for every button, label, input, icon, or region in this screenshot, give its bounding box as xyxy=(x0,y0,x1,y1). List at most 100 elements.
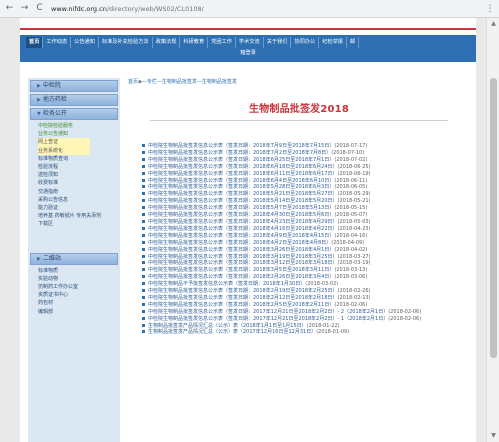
list-item-title[interactable]: 中检院生物制品批签发信息公示表（签发日期：2018年6月18日至2018年6月2… xyxy=(148,164,338,170)
list-item[interactable]: 生物制品批签发产品情况汇总（公示）表（2017年12月16日至12月31日）(2… xyxy=(142,329,472,336)
nav-item[interactable]: 政策法规 xyxy=(153,37,181,48)
list-item-title[interactable]: 中检院生物制品批签发信息公示表（签发日期：2018年6月11日至2018年6月1… xyxy=(148,171,338,177)
sidebar-item[interactable]: 业务公告通知 xyxy=(38,130,120,138)
sidebar-item[interactable]: 能力验证 xyxy=(38,204,120,212)
list-item-title[interactable]: 中检院生物制品批签发信息公示表（签发日期：2018年4月30日至2018年5月6… xyxy=(148,212,334,218)
bullet-icon xyxy=(142,261,145,265)
bullet-icon xyxy=(142,157,145,161)
list-item-title[interactable]: 中检院生物制品批签发信息公示表（签发日期：2018年6月4日至2018年6月10… xyxy=(148,178,334,184)
sidebar-item[interactable]: 交通指南 xyxy=(38,188,120,196)
nav-item[interactable]: 科研教育 xyxy=(180,37,209,48)
nav-item[interactable]: 党团工作 xyxy=(208,37,236,48)
list-item[interactable]: 中检院生物制品批签发信息公示表（签发日期：2018年4月30日至2018年5月6… xyxy=(142,212,472,219)
sidebar-item[interactable]: 业务系统化 xyxy=(38,146,90,155)
list-item[interactable]: 中检院生物制品批签发信息公示表（签发日期：2018年4月2日至2018年4月8日… xyxy=(142,240,472,247)
list-item-title[interactable]: 中检院生物制品批签发信息公示表（签发日期：2018年7月9日至2018年7月15… xyxy=(148,143,334,149)
list-item[interactable]: 中检院生物制品批签发信息公示表（签发日期：2018年2月19日至2018年2月2… xyxy=(142,288,472,295)
list-item[interactable]: 中检院生物制品批签发信息公示表（签发日期：2018年4月9日至2018年4月15… xyxy=(142,233,472,240)
sidebar-item[interactable]: 采购公告信息 xyxy=(38,196,120,204)
bullet-icon xyxy=(142,192,145,196)
sidebar-item[interactable]: 送检须知 xyxy=(38,171,120,179)
list-item[interactable]: 中检院生物制品批签发信息公示表（签发日期：2018年6月18日至2018年6月2… xyxy=(142,164,472,171)
reload-icon[interactable]: C xyxy=(34,3,45,14)
nav-item[interactable]: 标准及补充检验方法 xyxy=(99,37,153,48)
sidebar-item[interactable]: 资质证书中心 xyxy=(38,291,120,299)
bullet-icon xyxy=(142,275,145,279)
browser-menu-icon[interactable]: ⋮ xyxy=(485,3,495,15)
sidebar-item[interactable]: 培养基 药敏纸片 专用夫添剂 xyxy=(38,212,120,220)
sidebar-item[interactable]: 网上查证 xyxy=(38,138,90,147)
list-item-title[interactable]: 中检院生物制品批签发信息公示表（签发日期：2018年3月26日至2018年4月1… xyxy=(148,247,334,253)
list-item[interactable]: 中检院生物制品批签发信息公示表（签发日期：2018年3月26日至2018年4月1… xyxy=(142,247,472,254)
list-item-title[interactable]: 中检院生物制品批签发信息公示表（签发日期：2018年6月25日至2018年7月1… xyxy=(148,157,334,163)
nav-item[interactable]: 学术交流 xyxy=(236,37,264,48)
sidebar-item[interactable]: 中检院检验服务 xyxy=(38,122,120,130)
scrollbar-thumb[interactable] xyxy=(490,78,497,358)
list-item-title[interactable]: 中检院生物制品批签发信息公示表（签发日期：2018年3月19日至2018年3月2… xyxy=(148,254,338,260)
nav-item[interactable]: 邮 xyxy=(347,37,360,48)
list-item-title[interactable]: 中检院生物制品批签发信息公示表（签发日期：2018年4月16日至2018年4月2… xyxy=(148,226,338,232)
scroll-up-icon[interactable]: ▲ xyxy=(489,20,498,28)
nav-item[interactable]: 纪检举报 xyxy=(319,37,347,48)
list-item-title[interactable]: 中检院生物制品批签发信息公示表（签发日期：2017年12月21日至2018年2月… xyxy=(148,316,388,322)
list-item-title[interactable]: 中检院生物制品批签发信息公示表（签发日期：2018年2月12日至2018年2月1… xyxy=(148,295,338,301)
forward-icon[interactable]: → xyxy=(19,3,30,14)
sidebar-item[interactable]: 收费标准 xyxy=(38,179,120,187)
list-item[interactable]: 中检院生物制品批签发信息公示表（签发日期：2018年7月9日至2018年7月15… xyxy=(142,143,472,150)
scrollbar[interactable]: ▲ ▼ xyxy=(486,18,499,442)
list-item-title[interactable]: 生物制品批签发产品情况汇总（公示）表（2018年1月1日至1月15日） xyxy=(148,323,307,329)
list-item-title[interactable]: 中检院生物制品不予批签发信息公示表（签发日期：2018年1月30日） xyxy=(148,281,305,287)
nav-item-mail-login[interactable]: 箱登录 xyxy=(26,48,470,59)
list-item[interactable]: 中检院生物制品批签发信息公示表（签发日期：2018年4月23日至2018年4月2… xyxy=(142,219,472,226)
list-item-title[interactable]: 中检院生物制品批签发信息公示表（签发日期：2018年4月9日至2018年4月15… xyxy=(148,233,334,239)
sidebar-item[interactable]: 下载区 xyxy=(38,220,120,228)
list-item-title[interactable]: 中检院生物制品批签发信息公示表（签发日期：2018年3月5日至2018年3月11… xyxy=(148,267,334,273)
address-bar[interactable]: www.nifdc.org.cn/directory/web/WS02/CL01… xyxy=(51,5,204,13)
list-item[interactable]: 中检院生物制品批签发信息公示表（签发日期：2018年6月11日至2018年6月1… xyxy=(142,171,472,178)
sidebar-item[interactable]: 药包材 xyxy=(38,299,120,307)
list-item-title[interactable]: 中检院生物制品批签发信息公示表（签发日期：2018年2月5日至2018年2月11… xyxy=(148,302,334,308)
sidebar-item[interactable]: 检验流程 xyxy=(38,163,120,171)
breadcrumb-path[interactable]: —专栏—生物制品批签发—生物制品批签发 xyxy=(142,79,237,85)
list-item-title[interactable]: 中检院生物制品批签发信息公示表（签发日期：2018年4月23日至2018年4月2… xyxy=(148,219,338,225)
list-item-title[interactable]: 中检院生物制品批签发信息公示表（签发日期：2018年2月26日至2018年3月4… xyxy=(148,274,334,280)
list-item-title[interactable]: 生物制品批签发产品情况汇总（公示）表（2017年12月16日至12月31日） xyxy=(148,329,316,335)
sidebar-section-nifdc[interactable]: ▶ 中检院 xyxy=(30,80,118,92)
list-item[interactable]: 中检院生物制品批签发信息公示表（签发日期：2018年6月25日至2018年7月1… xyxy=(142,157,472,164)
sidebar-item[interactable]: 仿制药工作办公室 xyxy=(38,283,120,291)
back-icon[interactable]: ← xyxy=(4,3,15,14)
list-item-title[interactable]: 中检院生物制品批签发信息公示表（签发日期：2018年5月7日至2018年5月13… xyxy=(148,205,334,211)
sidebar-section-label: 检务公开 xyxy=(42,110,67,117)
sidebar-section-secondary[interactable]: ▶ 二维站 xyxy=(30,252,118,265)
list-item-title[interactable]: 中检院生物制品批签发信息公示表（签发日期：2018年5月14日至2018年5月2… xyxy=(148,198,338,204)
sidebar-item[interactable]: 标准物质 xyxy=(38,267,120,275)
list-item[interactable]: 中检院生物制品不予批签发信息公示表（签发日期：2018年1月30日）(2018-… xyxy=(142,281,472,288)
scroll-down-icon[interactable]: ▼ xyxy=(489,432,498,440)
list-item-title[interactable]: 中检院生物制品批签发信息公示表（签发日期：2018年4月2日至2018年4月8日… xyxy=(148,240,331,246)
sidebar-item[interactable]: 编辑部 xyxy=(38,308,120,316)
list-item[interactable]: 中检院生物制品批签发信息公示表（签发日期：2018年2月12日至2018年2月1… xyxy=(142,295,472,302)
list-item-title[interactable]: 中检院生物制品批签发信息公示表（签发日期：2018年5月21日至2018年5月2… xyxy=(148,191,338,197)
list-item-title[interactable]: 中检院生物制品批签发信息公示表（签发日期：2017年12月21日至2018年2月… xyxy=(148,309,388,315)
list-item[interactable]: 中检院生物制品批签发信息公示表（签发日期：2018年7月2日至2018年7月8日… xyxy=(142,150,472,157)
sidebar-section-public[interactable]: ▼ 检务公开 xyxy=(30,108,118,120)
list-item[interactable]: 中检院生物制品批签发信息公示表（签发日期：2018年4月16日至2018年4月2… xyxy=(142,226,472,233)
bullet-icon xyxy=(142,282,145,286)
sidebar-item[interactable]: 实验动物 xyxy=(38,275,120,283)
list-item-title[interactable]: 中检院生物制品批签发信息公示表（签发日期：2018年5月28日至2018年6月3… xyxy=(148,184,334,190)
sidebar-section-local[interactable]: ▶ 地方药检 xyxy=(30,94,118,106)
list-item-title[interactable]: 中检院生物制品批签发信息公示表（签发日期：2018年2月19日至2018年2月2… xyxy=(148,288,338,294)
sidebar-item[interactable]: 标准物质查询 xyxy=(38,155,120,163)
list-item-title[interactable]: 中检院生物制品批签发信息公示表（签发日期：2018年7月2日至2018年7月8日… xyxy=(148,150,331,156)
nav-item[interactable]: 公告通知 xyxy=(71,37,99,48)
nav-item[interactable]: 协同办公 xyxy=(291,37,320,48)
list-item[interactable]: 中检院生物制品批签发信息公示表（签发日期：2017年12月21日至2018年2月… xyxy=(142,309,472,316)
list-item-title[interactable]: 中检院生物制品批签发信息公示表（签发日期：2018年3月12日至2018年3月1… xyxy=(148,260,338,266)
list-item[interactable]: 中检院生物制品批签发信息公示表（签发日期：2017年12月21日至2018年2月… xyxy=(142,316,472,323)
bullet-icon xyxy=(142,240,145,244)
list-item[interactable]: 中检院生物制品批签发信息公示表（签发日期：2018年2月5日至2018年2月11… xyxy=(142,302,472,309)
nav-item[interactable]: 关于我们 xyxy=(264,37,292,48)
nav-item[interactable]: 首页 xyxy=(26,37,44,48)
breadcrumb-home[interactable]: 首页 xyxy=(128,79,138,85)
nav-item[interactable]: 工作动态 xyxy=(43,37,72,48)
